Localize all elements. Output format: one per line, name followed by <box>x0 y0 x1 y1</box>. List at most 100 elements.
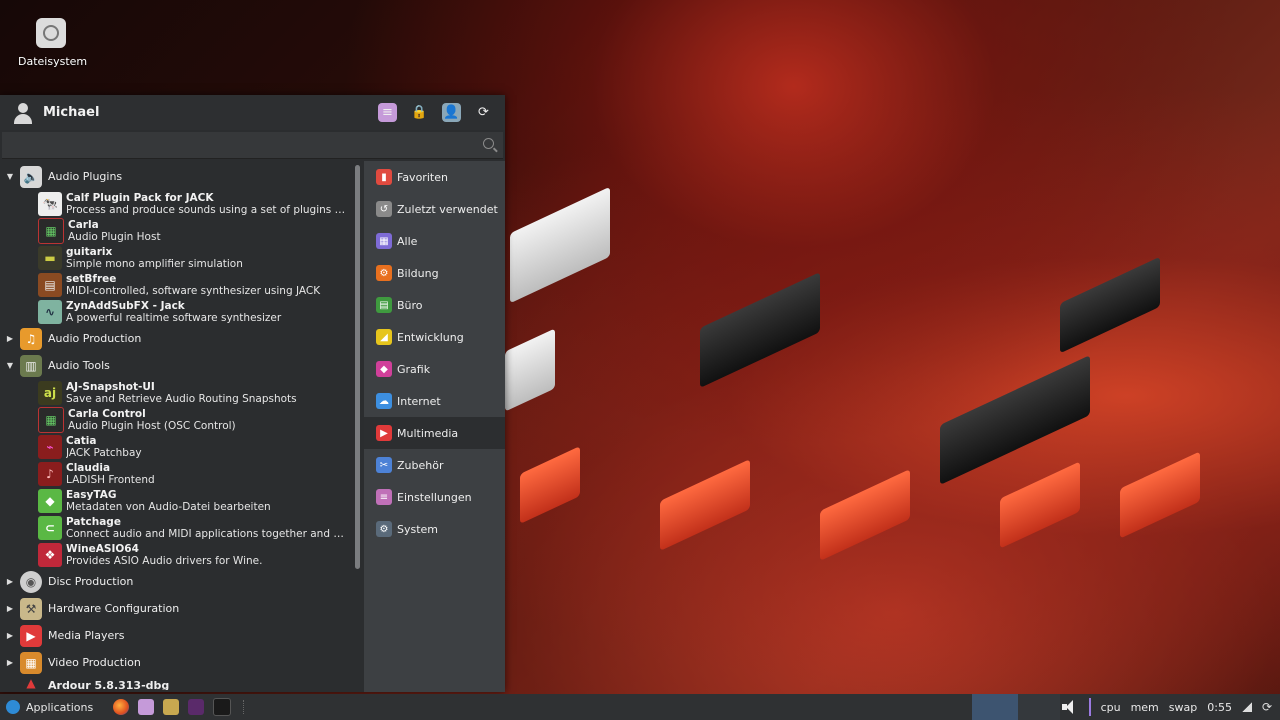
organ-icon: ▤ <box>38 272 62 297</box>
expand-arrow-icon[interactable]: ▶ <box>0 631 20 640</box>
filter-label: Zubehör <box>397 458 444 472</box>
filter-favoriten[interactable]: ▮ Favoriten <box>364 161 505 193</box>
disc-icon: ◉ <box>20 570 42 593</box>
filter-grafik[interactable]: ◆ Grafik <box>364 353 505 385</box>
app-description: Process and produce sounds using a set o… <box>66 203 348 216</box>
filter-internet[interactable]: ☁ Internet <box>364 385 505 417</box>
expand-arrow-icon[interactable]: ▶ <box>0 658 20 667</box>
app-name: AJ-Snapshot-UI <box>66 380 155 393</box>
filter-label: Büro <box>397 298 423 312</box>
applications-menu-button[interactable]: Applications <box>0 694 99 720</box>
category-audio-plugins[interactable]: ▼ 🔈 Audio Plugins <box>0 163 362 190</box>
filter-label: Zuletzt verwendet <box>397 202 498 216</box>
category-label: Ardour 5.8.313-dbg <box>48 679 170 690</box>
app-name: guitarix <box>66 245 113 258</box>
category-video-production[interactable]: ▶ ▦ Video Production <box>0 649 362 676</box>
cpu-monitor-label[interactable]: cpu <box>1101 701 1121 714</box>
refresh-icon[interactable]: ⟳ <box>1262 700 1272 714</box>
mem-monitor-label[interactable]: mem <box>1131 701 1159 714</box>
filter-label: Multimedia <box>397 426 459 440</box>
development-icon: ◢ <box>376 329 392 345</box>
aj-icon: aj <box>38 380 62 405</box>
app-item-zynaddsubfx[interactable]: ∿ ZynAddSubFX - Jack A powerful realtime … <box>0 298 362 325</box>
app-name: WineASIO64 <box>66 542 139 555</box>
category-disc-production[interactable]: ▶ ◉ Disc Production <box>0 568 362 595</box>
tag-icon: ◆ <box>38 488 62 513</box>
office-icon: ▤ <box>376 297 392 313</box>
app-item-carla[interactable]: ▦ Carla Audio Plugin Host <box>0 217 362 244</box>
filter-system[interactable]: ⚙ System <box>364 513 505 545</box>
category-hardware-configuration[interactable]: ▶ ⚒ Hardware Configuration <box>0 595 362 622</box>
app-name: Patchage <box>66 515 121 528</box>
lock-button[interactable]: 🔒 <box>410 103 429 122</box>
app-name: EasyTAG <box>66 488 117 501</box>
switch-user-button[interactable]: 👤 <box>442 103 461 122</box>
app-item-easytag[interactable]: ◆ EasyTAG Metadaten von Audio-Datei bearb… <box>0 487 362 514</box>
expand-arrow-icon[interactable]: ▶ <box>0 604 20 613</box>
file-manager-icon[interactable] <box>163 699 180 715</box>
filter-zubehör[interactable]: ✂ Zubehör <box>364 449 505 481</box>
filter-einstellungen[interactable]: ≡ Einstellungen <box>364 481 505 513</box>
education-icon: ⚙ <box>376 265 392 281</box>
desktop-icon-dateisystem[interactable]: Dateisystem <box>18 18 88 68</box>
app-item-catia[interactable]: ⌁ Catia JACK Patchbay <box>0 433 362 460</box>
volume-icon[interactable] <box>1061 699 1079 715</box>
app-item-claudia[interactable]: ♪ Claudia LADISH Frontend <box>0 460 362 487</box>
filter-bildung[interactable]: ⚙ Bildung <box>364 257 505 289</box>
network-signal-icon[interactable] <box>1241 702 1252 712</box>
expand-arrow-icon[interactable]: ▶ <box>0 577 20 586</box>
firefox-icon[interactable] <box>113 699 130 715</box>
expand-arrow-icon[interactable]: ▼ <box>0 172 20 181</box>
category-label: Audio Production <box>48 332 142 345</box>
search-bar[interactable] <box>2 132 503 159</box>
app-item-guitarix[interactable]: ▬ guitarix Simple mono amplifier simulati… <box>0 244 362 271</box>
app-item-wineasio64[interactable]: ❖ WineASIO64 Provides ASIO Audio drivers … <box>0 541 362 568</box>
app-description: LADISH Frontend <box>66 473 155 486</box>
app-item-calf[interactable]: 🐄 Calf Plugin Pack for JACK Process and p… <box>0 190 362 217</box>
network-graph <box>1018 694 1060 720</box>
category-audio-production[interactable]: ▶ ♫ Audio Production <box>0 325 362 352</box>
logout-button[interactable]: ⟳ <box>474 103 493 122</box>
settings-launcher-icon[interactable] <box>138 699 155 715</box>
hardware-icon: ⚒ <box>20 597 42 620</box>
expand-arrow-icon[interactable]: ▼ <box>0 361 20 370</box>
settings-button[interactable]: ≡ <box>378 103 397 122</box>
graphics-icon: ◆ <box>376 361 392 377</box>
category-media-players[interactable]: ▶ ▶ Media Players <box>0 622 362 649</box>
claudia-icon: ♪ <box>38 461 62 486</box>
app-item-aj-snapshot[interactable]: aj AJ-Snapshot-UI Save and Retrieve Audio… <box>0 379 362 406</box>
filter-multimedia[interactable]: ▶ Multimedia <box>364 417 505 449</box>
filter-zuletzt-verwendet[interactable]: ↺ Zuletzt verwendet <box>364 193 505 225</box>
app-item-setbfree[interactable]: ▤ setBfree MIDI-controlled, software synt… <box>0 271 362 298</box>
list-scrollbar[interactable] <box>355 165 360 569</box>
app-item-carla-control[interactable]: ▦ Carla Control Audio Plugin Host (OSC Co… <box>0 406 362 433</box>
category-label: Audio Tools <box>48 359 110 372</box>
app-name: setBfree <box>66 272 117 285</box>
desktop-icon-label: Dateisystem <box>18 55 88 68</box>
audio-tools-icon: ▥ <box>20 354 42 377</box>
terminal-purple-icon[interactable] <box>188 699 205 715</box>
category-ardour-partial[interactable]: ▲ Ardour 5.8.313-dbg <box>0 676 362 690</box>
app-item-patchage[interactable]: ⊂ Patchage Connect audio and MIDI applica… <box>0 514 362 541</box>
app-description: MIDI-controlled, software synthesizer us… <box>66 284 321 297</box>
clock[interactable]: 0:55 <box>1207 701 1232 714</box>
app-description: Connect audio and MIDI applications toge… <box>66 527 348 540</box>
history-icon: ↺ <box>376 201 392 217</box>
cpu-graph <box>972 694 1018 720</box>
carla-icon: ▦ <box>38 217 64 244</box>
volume-level-bar <box>1088 698 1091 716</box>
applications-icon <box>6 700 20 714</box>
filter-alle[interactable]: ▦ Alle <box>364 225 505 257</box>
swap-monitor-label[interactable]: swap <box>1169 701 1197 714</box>
expand-arrow-icon[interactable]: ▶ <box>0 334 20 343</box>
carla-control-icon: ▦ <box>38 406 64 433</box>
search-input[interactable] <box>2 132 503 158</box>
category-audio-tools[interactable]: ▼ ▥ Audio Tools <box>0 352 362 379</box>
filter-büro[interactable]: ▤ Büro <box>364 289 505 321</box>
terminal-icon[interactable] <box>213 698 232 716</box>
app-name: Catia <box>66 434 97 447</box>
app-description: Audio Plugin Host (OSC Control) <box>68 419 236 432</box>
drive-icon <box>36 18 66 48</box>
application-list: ▼ 🔈 Audio Plugins 🐄 Calf Plugin Pack for… <box>0 163 362 692</box>
filter-entwicklung[interactable]: ◢ Entwicklung <box>364 321 505 353</box>
